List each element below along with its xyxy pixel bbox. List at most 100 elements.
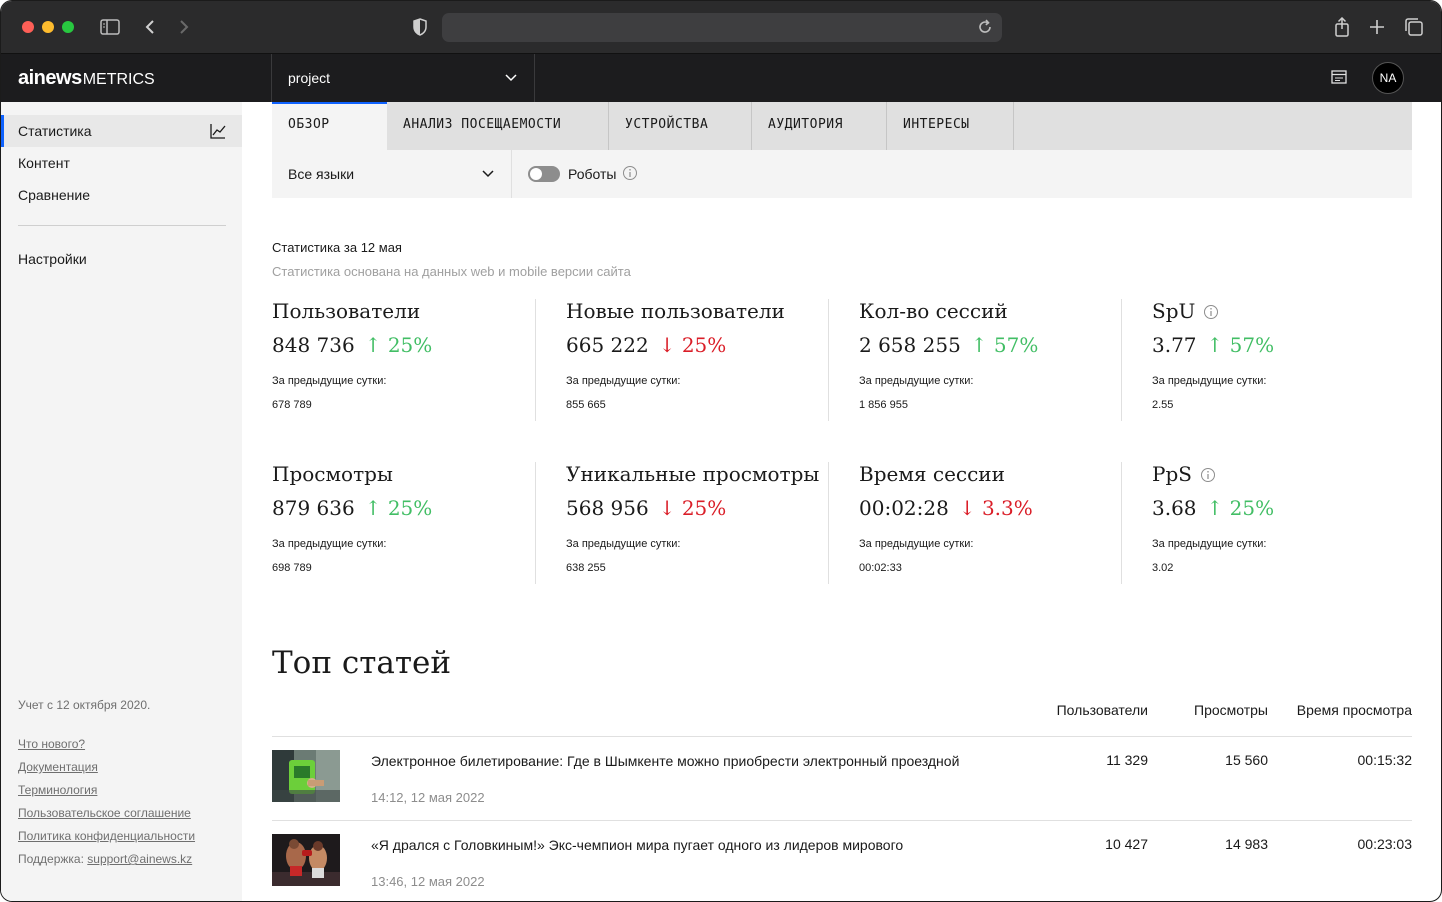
sidebar-toggle-icon[interactable] [98, 15, 122, 39]
info-icon[interactable] [1200, 464, 1216, 488]
stat-name-text: Кол-во сессий [859, 299, 1008, 323]
tab-overview-icon[interactable] [1402, 15, 1426, 39]
logo[interactable]: ainews METRICS [18, 67, 155, 90]
project-select[interactable]: project [271, 54, 535, 102]
support-email-link[interactable]: support@ainews.kz [87, 852, 192, 866]
new-tab-icon[interactable] [1365, 15, 1389, 39]
article-views: 15 560 [1225, 752, 1268, 768]
stat-name: Пользователи [272, 299, 420, 323]
back-icon[interactable] [138, 15, 162, 39]
minimize-window-button[interactable] [42, 21, 54, 33]
stat-value-number: 2 658 255 [859, 333, 961, 357]
project-select-value: project [288, 70, 331, 86]
address-bar[interactable] [442, 13, 1002, 42]
support-info: Поддержка: support@ainews.kz [18, 852, 192, 866]
share-icon[interactable] [1330, 15, 1354, 39]
documentation-link[interactable]: Документация [18, 760, 98, 774]
robots-toggle[interactable] [528, 166, 560, 182]
stat-previous-value: 698 789 [272, 562, 312, 574]
stat-previous-value: 1 856 955 [859, 399, 908, 411]
browser-toolbar [1, 1, 1441, 54]
stat-card: Кол-во сессий 2 658 255 ↑ 57% За предыдущие… [828, 299, 1121, 421]
stat-value-number: 00:02:28 [859, 496, 949, 520]
avatar[interactable]: NA [1372, 62, 1404, 94]
tab-devices[interactable]: УСТРОЙСТВА [609, 102, 752, 150]
user-agreement-link[interactable]: Пользовательское соглашение [18, 806, 191, 820]
stat-delta: ↑ 57% [970, 333, 1039, 357]
article-title[interactable]: Электронное билетирование: Где в Шымкент… [371, 753, 959, 769]
stat-value-number: 3.77 [1152, 333, 1197, 357]
article-date: 13:46, 12 мая 2022 [371, 874, 485, 889]
info-icon[interactable] [622, 165, 638, 186]
close-window-button[interactable] [22, 21, 34, 33]
stat-name: Просмотры [272, 462, 393, 486]
sidebar: Статистика Контент Сравнение Настройки У… [1, 102, 242, 901]
table-row[interactable]: «Я дрался с Головкиным!» Экс-чемпион мир… [272, 821, 1413, 901]
language-select[interactable]: Все языки [272, 150, 512, 198]
article-title[interactable]: «Я дрался с Головкиным!» Экс-чемпион мир… [371, 837, 903, 853]
column-header-view-time[interactable]: Время просмотра [1282, 702, 1412, 718]
sidebar-item-settings[interactable]: Настройки [1, 243, 242, 275]
stat-previous-value: 678 789 [272, 399, 312, 411]
stat-value: 2 658 255 ↑ 57% [859, 333, 1038, 357]
top-articles-title: Топ статей [272, 645, 452, 681]
stat-name-text: SpU [1152, 299, 1196, 323]
privacy-policy-link[interactable]: Политика конфиденциальности [18, 829, 195, 843]
tab-audience[interactable]: АУДИТОРИЯ [752, 102, 887, 150]
sidebar-item-label: Настройки [18, 251, 87, 267]
tab-traffic-analysis[interactable]: АНАЛИЗ ПОСЕЩАЕМОСТИ [387, 102, 609, 150]
stat-previous-label: За предыдущие сутки: [859, 375, 974, 387]
column-header-views[interactable]: Просмотры [1168, 702, 1268, 718]
stat-previous-value: 2.55 [1152, 399, 1174, 411]
column-header-users[interactable]: Пользователи [1028, 702, 1148, 718]
sidebar-item-label: Контент [18, 155, 70, 171]
stat-name-text: Пользователи [272, 299, 421, 323]
sidebar-item-label: Сравнение [18, 187, 90, 203]
table-row[interactable]: Электронное билетирование: Где в Шымкент… [272, 737, 1412, 821]
sidebar-item-comparison[interactable]: Сравнение [1, 179, 242, 211]
stat-delta: ↑ 25% [364, 333, 433, 357]
notifications-icon[interactable] [1331, 70, 1347, 89]
stat-name: SpU [1152, 299, 1219, 325]
tab-overview[interactable]: ОБЗОР [272, 102, 387, 150]
stat-card: Новые пользователи 665 222 ↓ 25% За предыду… [535, 299, 828, 421]
stat-name-text: PpS [1152, 462, 1192, 486]
stat-value: 3.77 ↑ 57% [1152, 333, 1274, 357]
terminology-link[interactable]: Терминология [18, 783, 97, 797]
whats-new-link[interactable]: Что нового? [18, 737, 85, 751]
sidebar-item-statistics[interactable]: Статистика [1, 115, 242, 147]
stat-value: 879 636 ↑ 25% [272, 496, 432, 520]
article-view-time: 00:23:03 [1357, 836, 1413, 852]
stat-card: PpS 3.68 ↑ 25% За предыдущие сутки: 3.02 [1121, 462, 1414, 584]
privacy-shield-icon[interactable] [408, 15, 432, 39]
article-users: 10 427 [1105, 836, 1148, 852]
stat-name: Уникальные просмотры [566, 462, 819, 486]
article-date: 14:12, 12 мая 2022 [371, 790, 485, 805]
stat-card: SpU 3.77 ↑ 57% За предыдущие сутки: 2.55 [1121, 299, 1414, 421]
browser-window: ainews METRICS project NA Статистика Конт… [0, 0, 1442, 902]
app-header: ainews METRICS project NA [1, 54, 1441, 102]
section-tabs: ОБЗОР АНАЛИЗ ПОСЕЩАЕМОСТИ УСТРОЙСТВА АУД… [272, 102, 1412, 150]
stat-value: 848 736 ↑ 25% [272, 333, 432, 357]
article-thumbnail [272, 834, 340, 886]
stat-name: Новые пользователи [566, 299, 785, 323]
chart-line-icon [210, 123, 226, 142]
stat-previous-value: 00:02:33 [859, 562, 902, 574]
info-icon[interactable] [1203, 301, 1219, 325]
forward-icon[interactable] [172, 15, 196, 39]
stat-card: Уникальные просмотры 568 956 ↓ 25% За преды… [535, 462, 828, 584]
stat-previous-label: За предыдущие сутки: [1152, 375, 1267, 387]
stat-previous-label: За предыдущие сутки: [566, 375, 681, 387]
reload-icon[interactable] [974, 16, 996, 43]
tab-interests[interactable]: ИНТЕРЕСЫ [887, 102, 1014, 150]
article-views: 14 983 [1225, 836, 1268, 852]
stats-subtitle: Статистика основана на данных web и mobi… [272, 264, 631, 279]
stat-delta: ↑ 25% [1206, 496, 1275, 520]
zoom-window-button[interactable] [62, 21, 74, 33]
sidebar-item-content[interactable]: Контент [1, 147, 242, 179]
filter-bar: Все языки Роботы [272, 150, 1412, 198]
stat-name: PpS [1152, 462, 1216, 488]
chevron-down-icon [481, 166, 495, 183]
article-thumbnail [272, 750, 340, 802]
stat-delta: ↑ 57% [1206, 333, 1275, 357]
